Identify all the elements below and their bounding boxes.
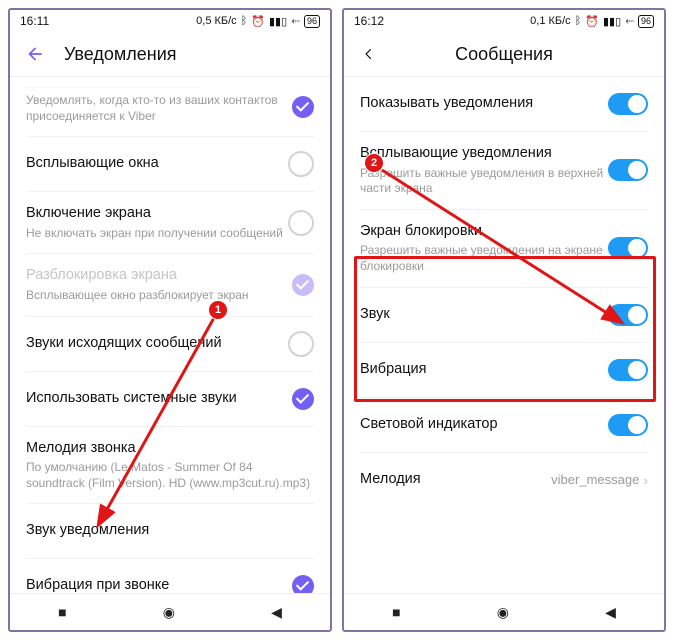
- checkbox-checked[interactable]: [292, 575, 314, 593]
- alarm-icon: ⏰: [585, 15, 599, 28]
- battery-icon: 96: [638, 15, 654, 28]
- clock: 16:11: [20, 14, 49, 28]
- nav-home-icon[interactable]: ◉: [497, 604, 509, 621]
- settings-list: Показывать уведомления Всплывающие уведо…: [344, 77, 664, 593]
- checkbox-checked[interactable]: [292, 388, 314, 410]
- row-screen-on[interactable]: Включение экрана Не включать экран при п…: [26, 192, 314, 254]
- status-bar: 16:11 0,5 КБ/с ᛒ ⏰ ▮▮▯ ⬸ 96: [10, 10, 330, 32]
- settings-list: ───────────────── Уведомлять, когда кто-…: [10, 77, 330, 593]
- checkbox-checked[interactable]: [292, 96, 314, 118]
- wifi-icon: ⬸: [291, 15, 300, 28]
- row-show-notifications[interactable]: Показывать уведомления: [360, 77, 648, 132]
- checkbox-unchecked[interactable]: [288, 331, 314, 357]
- nav-bar: ■ ◉ ◀: [10, 593, 330, 630]
- checkbox-checked-disabled: [292, 274, 314, 296]
- header: Уведомления: [10, 32, 330, 77]
- row-sound[interactable]: Звук: [360, 288, 648, 343]
- row-vibrate-call[interactable]: Вибрация при звонке: [26, 559, 314, 593]
- bluetooth-icon: ᛒ: [575, 15, 582, 27]
- header: Сообщения: [344, 32, 664, 77]
- nav-back-icon[interactable]: ◀: [271, 604, 282, 621]
- toggle-on[interactable]: [608, 237, 648, 259]
- bluetooth-icon: ᛒ: [241, 15, 248, 27]
- row-floating-notifications[interactable]: Всплывающие уведомления Разрешить важные…: [360, 132, 648, 210]
- signal-icon: ▮▮▯: [603, 15, 621, 28]
- row-ringtone[interactable]: Мелодия звонка По умолчанию (Le Matos - …: [26, 427, 314, 505]
- checkbox-unchecked[interactable]: [288, 151, 314, 177]
- row-notification-sound[interactable]: Звук уведомления: [26, 504, 314, 559]
- back-button[interactable]: [358, 43, 380, 65]
- phone-right: 16:12 0,1 КБ/с ᛒ ⏰ ▮▮▯ ⬸ 96 Сообщения По…: [342, 8, 666, 632]
- signal-icon: ▮▮▯: [269, 15, 287, 28]
- chevron-right-icon: ›: [643, 472, 648, 488]
- row-contact-joined[interactable]: ───────────────── Уведомлять, когда кто-…: [26, 77, 314, 137]
- annotation-badge-2: 2: [364, 153, 384, 173]
- row-led[interactable]: Световой индикатор: [360, 398, 648, 453]
- nav-recent-icon[interactable]: ■: [58, 604, 66, 620]
- toggle-on[interactable]: [608, 359, 648, 381]
- annotation-badge-1: 1: [208, 300, 228, 320]
- phone-left: 16:11 0,5 КБ/с ᛒ ⏰ ▮▮▯ ⬸ 96 Уведомления …: [8, 8, 332, 632]
- back-button[interactable]: [24, 43, 46, 65]
- nav-back-icon[interactable]: ◀: [605, 604, 616, 621]
- nav-bar: ■ ◉ ◀: [344, 593, 664, 630]
- wifi-icon: ⬸: [625, 15, 634, 28]
- toggle-on[interactable]: [608, 304, 648, 326]
- alarm-icon: ⏰: [251, 15, 265, 28]
- row-outgoing-sounds[interactable]: Звуки исходящих сообщений: [26, 317, 314, 372]
- status-right: 0,1 КБ/с ᛒ ⏰ ▮▮▯ ⬸ 96: [530, 15, 654, 28]
- row-melody[interactable]: Мелодия viber_message ›: [360, 453, 648, 507]
- toggle-on[interactable]: [608, 93, 648, 115]
- row-popup[interactable]: Всплывающие окна: [26, 137, 314, 192]
- page-title: Уведомления: [64, 44, 177, 65]
- clock: 16:12: [354, 14, 384, 28]
- battery-icon: 96: [304, 15, 320, 28]
- toggle-on[interactable]: [608, 414, 648, 436]
- nav-recent-icon[interactable]: ■: [392, 604, 400, 620]
- status-bar: 16:12 0,1 КБ/с ᛒ ⏰ ▮▮▯ ⬸ 96: [344, 10, 664, 32]
- row-system-sounds[interactable]: Использовать системные звуки: [26, 372, 314, 427]
- nav-home-icon[interactable]: ◉: [163, 604, 175, 621]
- checkbox-unchecked[interactable]: [288, 210, 314, 236]
- row-unlock: Разблокировка экрана Всплывающее окно ра…: [26, 254, 314, 316]
- melody-value: viber_message: [551, 472, 639, 487]
- status-right: 0,5 КБ/с ᛒ ⏰ ▮▮▯ ⬸ 96: [196, 15, 320, 28]
- row-vibration[interactable]: Вибрация: [360, 343, 648, 398]
- toggle-on[interactable]: [608, 159, 648, 181]
- page-title: Сообщения: [398, 44, 610, 65]
- row-lock-screen[interactable]: Экран блокировки Разрешить важные уведом…: [360, 210, 648, 288]
